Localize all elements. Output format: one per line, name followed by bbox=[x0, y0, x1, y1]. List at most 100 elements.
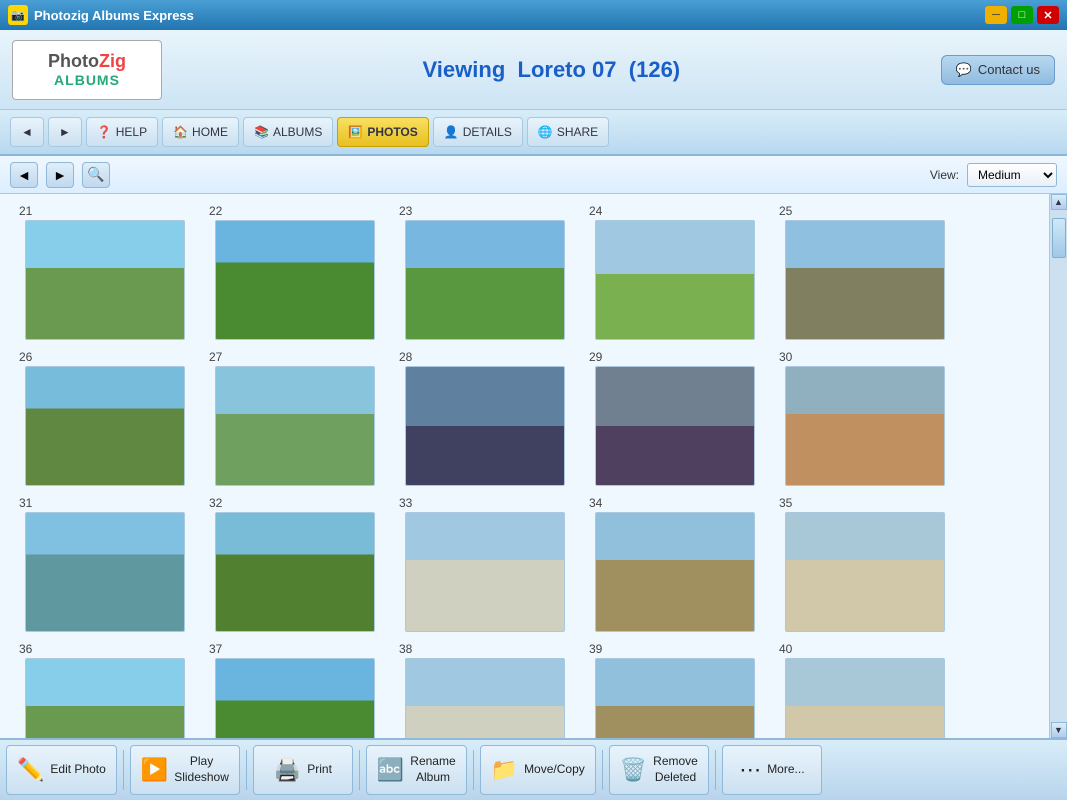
list-item[interactable]: 36 bbox=[15, 642, 195, 738]
list-item[interactable]: 22 bbox=[205, 204, 385, 340]
list-item[interactable]: 23 bbox=[395, 204, 575, 340]
logo-text: PhotoZig bbox=[48, 51, 126, 72]
albums-button[interactable]: 📚 ALBUMS bbox=[243, 117, 333, 147]
action-icon: 🗑️ bbox=[620, 759, 647, 781]
photo-thumbnail bbox=[405, 366, 565, 486]
nav-bar: ◄ ► ❓ HELP 🏠 HOME 📚 ALBUMS 🖼️ PHOTOS 👤 D… bbox=[0, 110, 1067, 156]
header: PhotoZig ALBUMS Viewing Loreto 07 (126) … bbox=[0, 30, 1067, 110]
prev-page-button[interactable]: ◄ bbox=[10, 162, 38, 188]
photo-row: 26 27 28 29 30 bbox=[15, 350, 1034, 486]
list-item[interactable]: 37 bbox=[205, 642, 385, 738]
close-button[interactable]: ✕ bbox=[1037, 6, 1059, 24]
divider bbox=[602, 750, 603, 790]
action-icon: ⋯ bbox=[739, 759, 761, 781]
divider bbox=[473, 750, 474, 790]
edit-photo-button[interactable]: ✏️ Edit Photo bbox=[6, 745, 117, 795]
scroll-thumb[interactable] bbox=[1052, 218, 1066, 258]
bottom-bar: ✏️ Edit Photo ▶️ PlaySlideshow 🖨️ Print … bbox=[0, 738, 1067, 800]
action-label: RemoveDeleted bbox=[653, 754, 698, 785]
print-button[interactable]: 🖨️ Print bbox=[253, 745, 353, 795]
photo-thumbnail bbox=[405, 220, 565, 340]
photo-thumbnail bbox=[595, 658, 755, 738]
forward-button[interactable]: ► bbox=[48, 117, 82, 147]
list-item[interactable]: 25 bbox=[775, 204, 955, 340]
play-slideshow-button[interactable]: ▶️ PlaySlideshow bbox=[130, 745, 240, 795]
help-button[interactable]: ❓ HELP bbox=[86, 117, 158, 147]
photo-thumbnail bbox=[25, 220, 185, 340]
contact-button[interactable]: 💬 Contact us bbox=[941, 55, 1055, 85]
photo-thumbnail bbox=[25, 512, 185, 632]
photo-number: 26 bbox=[19, 350, 32, 364]
next-page-button[interactable]: ► bbox=[46, 162, 74, 188]
view-label: View: bbox=[930, 168, 959, 182]
window-controls: ─ □ ✕ bbox=[985, 6, 1059, 24]
photo-thumbnail bbox=[785, 658, 945, 738]
list-item[interactable]: 24 bbox=[585, 204, 765, 340]
list-item[interactable]: 27 bbox=[205, 350, 385, 486]
photo-thumbnail bbox=[595, 220, 755, 340]
chat-icon: 💬 bbox=[956, 62, 972, 78]
help-icon: ❓ bbox=[97, 125, 112, 139]
scroll-up-button[interactable]: ▲ bbox=[1051, 194, 1067, 210]
list-item[interactable]: 28 bbox=[395, 350, 575, 486]
app-title: Photozig Albums Express bbox=[34, 8, 194, 23]
list-item[interactable]: 29 bbox=[585, 350, 765, 486]
action-label: Edit Photo bbox=[50, 762, 105, 778]
search-icon: 🔍 bbox=[87, 166, 104, 183]
photo-thumbnail bbox=[405, 512, 565, 632]
photo-number: 25 bbox=[779, 204, 792, 218]
photo-thumbnail bbox=[785, 366, 945, 486]
minimize-button[interactable]: ─ bbox=[985, 6, 1007, 24]
prev-icon: ◄ bbox=[17, 167, 31, 183]
photo-number: 22 bbox=[209, 204, 222, 218]
details-button[interactable]: 👤 DETAILS bbox=[433, 117, 523, 147]
photo-number: 34 bbox=[589, 496, 602, 510]
back-icon: ◄ bbox=[21, 125, 33, 139]
search-button[interactable]: 🔍 bbox=[82, 162, 110, 188]
album-name: Loreto 07 bbox=[518, 57, 617, 82]
remove-deleted-button[interactable]: 🗑️ RemoveDeleted bbox=[609, 745, 709, 795]
photo-grid: 21 22 23 24 25 26 27 28 29 30 bbox=[0, 194, 1049, 738]
photo-thumbnail bbox=[25, 366, 185, 486]
photo-number: 35 bbox=[779, 496, 792, 510]
maximize-button[interactable]: □ bbox=[1011, 6, 1033, 24]
photos-button[interactable]: 🖼️ PHOTOS bbox=[337, 117, 428, 147]
home-button[interactable]: 🏠 HOME bbox=[162, 117, 239, 147]
list-item[interactable]: 30 bbox=[775, 350, 955, 486]
photo-number: 40 bbox=[779, 642, 792, 656]
photo-row: 21 22 23 24 25 bbox=[15, 204, 1034, 340]
list-item[interactable]: 40 bbox=[775, 642, 955, 738]
photo-number: 37 bbox=[209, 642, 222, 656]
list-item[interactable]: 35 bbox=[775, 496, 955, 632]
divider bbox=[246, 750, 247, 790]
action-icon: 🔤 bbox=[377, 759, 404, 781]
back-button[interactable]: ◄ bbox=[10, 117, 44, 147]
rename-album-button[interactable]: 🔤 RenameAlbum bbox=[366, 745, 467, 795]
home-icon: 🏠 bbox=[173, 125, 188, 139]
next-icon: ► bbox=[53, 167, 67, 183]
scrollbar[interactable]: ▲ ▼ bbox=[1049, 194, 1067, 738]
title-bar: 📷 Photozig Albums Express ─ □ ✕ bbox=[0, 0, 1067, 30]
photo-thumbnail bbox=[215, 512, 375, 632]
photo-thumbnail bbox=[405, 658, 565, 738]
action-icon: ✏️ bbox=[17, 759, 44, 781]
move-copy-button[interactable]: 📁 Move/Copy bbox=[480, 745, 596, 795]
divider bbox=[359, 750, 360, 790]
photo-number: 33 bbox=[399, 496, 412, 510]
view-select[interactable]: Small Medium Large bbox=[967, 163, 1057, 187]
list-item[interactable]: 21 bbox=[15, 204, 195, 340]
list-item[interactable]: 32 bbox=[205, 496, 385, 632]
photo-thumbnail bbox=[595, 366, 755, 486]
list-item[interactable]: 33 bbox=[395, 496, 575, 632]
photo-number: 21 bbox=[19, 204, 32, 218]
more-button[interactable]: ⋯ More... bbox=[722, 745, 822, 795]
list-item[interactable]: 34 bbox=[585, 496, 765, 632]
share-button[interactable]: 🌐 SHARE bbox=[527, 117, 609, 147]
app-icon: 📷 bbox=[8, 5, 28, 25]
photo-number: 24 bbox=[589, 204, 602, 218]
list-item[interactable]: 38 bbox=[395, 642, 575, 738]
list-item[interactable]: 26 bbox=[15, 350, 195, 486]
list-item[interactable]: 39 bbox=[585, 642, 765, 738]
scroll-down-button[interactable]: ▼ bbox=[1051, 722, 1067, 738]
list-item[interactable]: 31 bbox=[15, 496, 195, 632]
